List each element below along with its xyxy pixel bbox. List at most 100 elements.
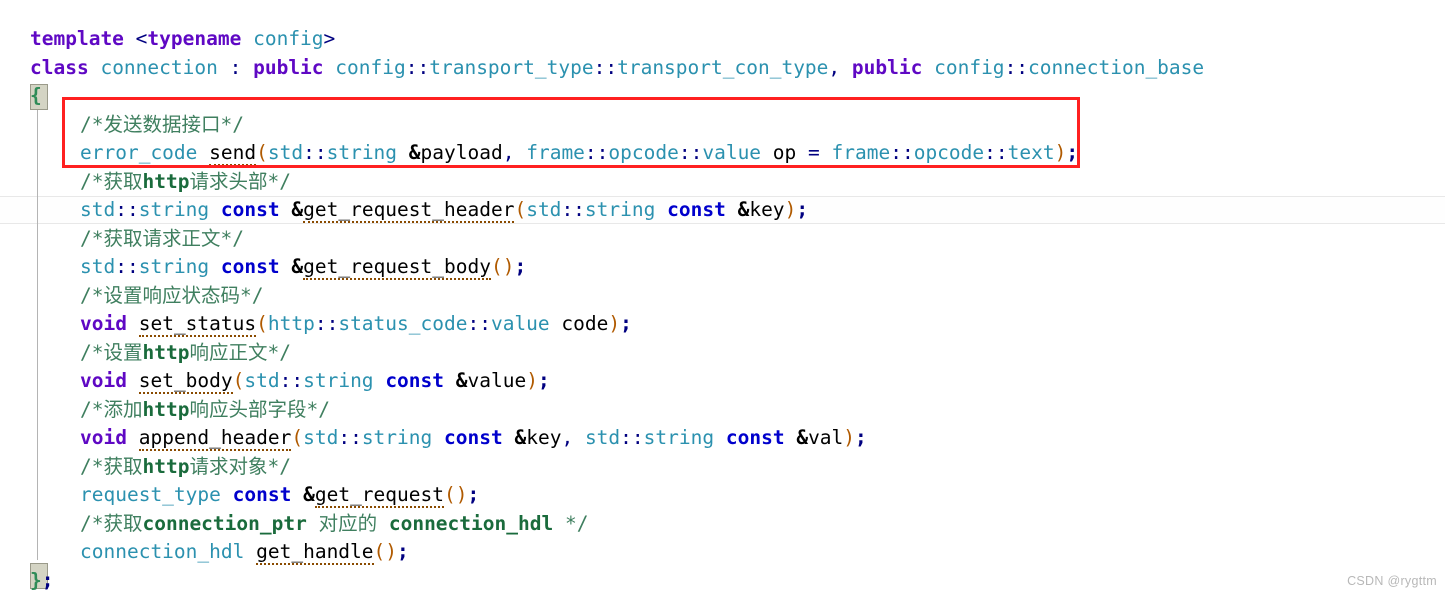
code-token: ) [843,426,856,449]
code-token: frame [831,141,891,164]
code-token: ( [514,198,527,221]
code-token: set_body [138,369,233,394]
code-token: connection_hdl [388,511,554,535]
code-line[interactable]: { [30,82,42,111]
code-token: const [220,255,280,278]
code-token: request_type [80,483,221,506]
code-line[interactable]: error_code send(std::string &payload, fr… [80,139,1078,168]
code-token: error_code [80,141,198,164]
code-token: opcode [913,141,985,164]
code-token: :: [279,369,304,392]
code-token: :: [561,198,585,221]
code-token: ; [620,312,632,335]
code-line[interactable]: /*设置响应状态码*/ [80,282,263,311]
code-line[interactable]: /*发送数据接口*/ [80,111,244,140]
code-token: & [291,198,304,221]
code-line[interactable]: /*添加http响应头部字段*/ [80,396,330,425]
code-token: const [667,198,726,221]
code-token: = [796,141,832,164]
code-line[interactable]: std::string const &get_request_header(st… [80,196,808,225]
code-token: ; [41,568,54,592]
code-token: std [244,369,280,392]
code-token: :: [303,141,327,164]
code-token: 响应正文*/ [189,340,291,364]
code-token: public [253,55,324,79]
code-token: get_handle [256,540,374,565]
code-token: string [361,426,433,449]
code-token: connection_hdl [80,540,245,563]
code-line[interactable]: /*设置http响应正文*/ [80,339,291,368]
code-line[interactable]: void set_body(std::string const &value); [80,367,550,396]
code-token: { [30,84,42,107]
code-token: string [138,255,210,278]
code-token: :: [593,55,618,79]
code-token: std [526,198,562,221]
code-line[interactable]: /*获取请求正文*/ [80,225,244,254]
code-token: & [291,255,304,278]
code-line[interactable]: /*获取http请求头部*/ [80,168,291,197]
code-line[interactable]: /*获取connection_ptr 对应的 connection_hdl */ [80,510,588,539]
code-line[interactable]: std::string const &get_request_body(); [80,253,526,282]
code-token: get_request_header [303,198,515,223]
code-token: key [526,426,562,449]
code-token: :: [1004,55,1029,79]
code-token: value [702,141,762,164]
code-token: :: [115,255,139,278]
code-line[interactable]: void set_status(http::status_code::value… [80,310,632,339]
code-token: void [80,312,127,335]
code-token: ; [514,255,527,278]
code-token: :: [467,312,491,335]
code-token: http [142,340,190,364]
code-token: ; [855,426,867,449]
code-editor-viewport[interactable]: template <typename config> class connecti… [0,0,1445,595]
code-token: key [749,198,785,221]
code-line[interactable]: template <typename config> [30,25,335,54]
code-token: /*获取 [80,454,143,478]
code-line[interactable]: class connection : public config::transp… [30,54,1204,83]
code-token: transport_type [429,55,594,79]
code-token: void [80,426,127,449]
code-token: :: [890,141,914,164]
code-token: frame [526,141,585,164]
code-token: ( [256,141,268,164]
code-token: ) [784,198,797,221]
code-token: get_request_body [303,255,491,280]
code-token: & [303,483,315,506]
code-token: public [851,55,923,79]
code-token: & [408,141,421,164]
code-line[interactable]: connection_hdl get_handle(); [80,538,409,567]
code-token: , [561,426,585,449]
code-token: ) [526,369,538,392]
code-token: ( [256,312,268,335]
code-token: string [584,198,656,221]
code-token: & [737,198,750,221]
code-line[interactable]: void append_header(std::string const &ke… [80,424,867,453]
code-token: config [253,27,324,50]
code-token: & [796,426,809,449]
code-token: ( [232,369,245,392]
code-token: transport_con_type [617,55,829,79]
code-token: std [80,198,116,221]
code-token: 请求头部*/ [189,169,291,193]
code-token: */ [553,511,589,535]
code-token: < [135,27,148,50]
code-token: config [335,55,406,79]
code-token: :: [584,141,609,164]
code-token: payload [420,141,503,164]
code-token: 对应的 [306,511,389,535]
code-token: config [934,55,1005,79]
code-line[interactable]: request_type const &get_request(); [80,481,479,510]
code-line[interactable]: }; [30,567,54,595]
code-token: ; [397,540,409,563]
code-token: /*获取 [80,511,143,535]
code-line[interactable]: /*获取http请求对象*/ [80,453,291,482]
